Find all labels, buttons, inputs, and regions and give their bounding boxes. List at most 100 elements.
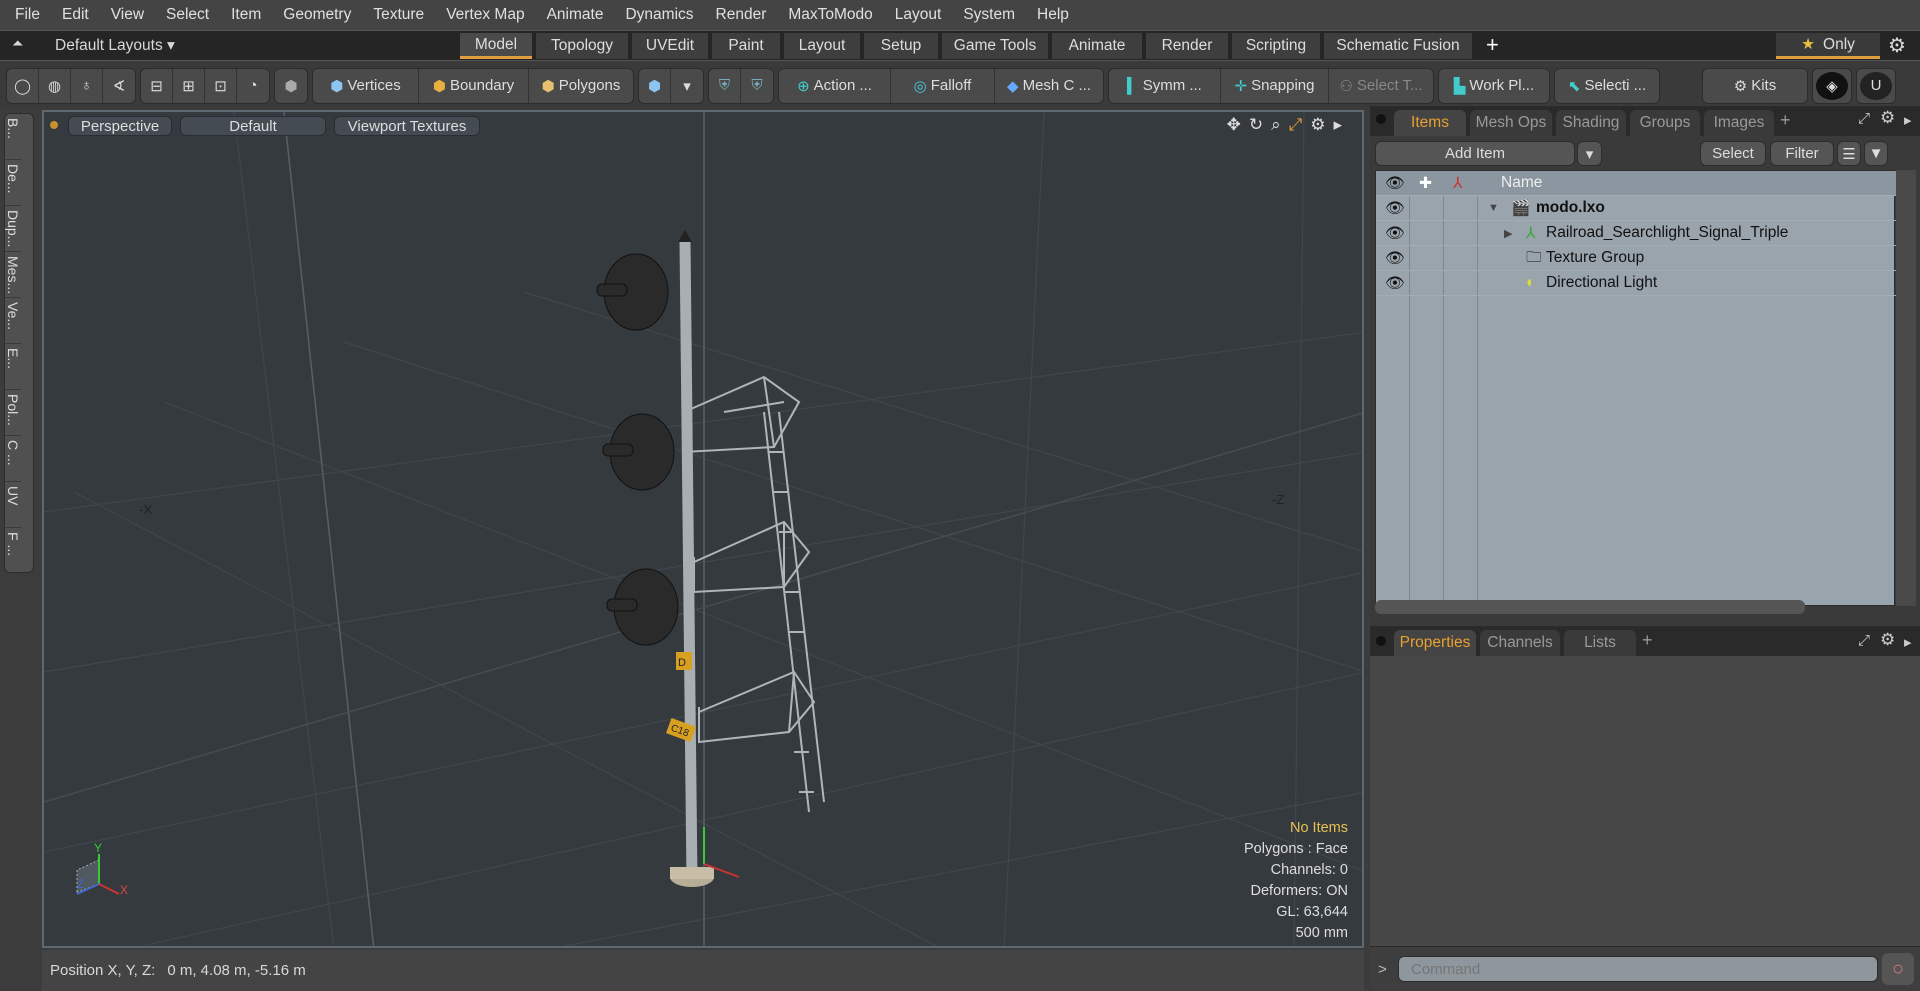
menu-layout[interactable]: Layout — [884, 6, 953, 24]
left-tab[interactable]: F ... — [5, 528, 21, 574]
left-tab[interactable]: E... — [5, 344, 21, 390]
expand-triangle-icon[interactable]: ▶ — [1504, 227, 1512, 240]
visibility-eye-icon[interactable]: 👁 — [1385, 224, 1405, 243]
circle-select-icon[interactable]: ◯ — [7, 69, 39, 103]
symmetry-button[interactable]: ▍Symm ... — [1109, 69, 1221, 103]
mesh-constraint-button[interactable]: ◆Mesh C ... — [995, 69, 1103, 103]
menu-geometry[interactable]: Geometry — [272, 6, 362, 24]
tab-lists[interactable]: Lists — [1564, 630, 1636, 656]
unreal-icon[interactable]: U — [1860, 72, 1892, 100]
left-tab[interactable]: De... — [5, 160, 21, 206]
stack-icon[interactable]: ⊟ — [141, 69, 173, 103]
selection-sets-button[interactable]: ⬉Selecti ... — [1555, 69, 1659, 103]
menu-edit[interactable]: Edit — [51, 6, 100, 24]
list-item[interactable]: 👁 ◐ Directional Light — [1376, 271, 1896, 296]
menu-item[interactable]: Item — [220, 6, 272, 24]
rotate-view-icon[interactable]: ↻ — [1249, 115, 1263, 135]
tab-topology[interactable]: Topology — [536, 33, 628, 59]
pen-icon[interactable]: ♁ — [71, 69, 103, 103]
tab-setup[interactable]: Setup — [864, 33, 938, 59]
left-tab[interactable]: Dup... — [5, 206, 21, 252]
list-vertical-scrollbar[interactable] — [1896, 170, 1916, 606]
material-mode-icon[interactable]: ⬢ — [639, 69, 671, 103]
frame-icon[interactable]: ⊡ — [205, 69, 237, 103]
left-tab[interactable]: Mes... — [5, 252, 21, 298]
add-item-button[interactable]: Add Item — [1375, 141, 1575, 166]
collapse-arrow-icon[interactable]: ⏶ — [12, 35, 23, 52]
axes-header-icon[interactable]: ⅄ — [1453, 174, 1462, 193]
zoom-view-icon[interactable]: ⌕ — [1271, 115, 1281, 135]
tab-images[interactable]: Images — [1704, 110, 1774, 136]
tab-animate[interactable]: Animate — [1052, 33, 1142, 59]
add-panel-tab-button[interactable]: + — [1642, 630, 1653, 651]
menu-render[interactable]: Render — [705, 6, 778, 24]
left-tab[interactable]: B... — [5, 114, 21, 160]
maximize-icon[interactable]: ⤢ — [1289, 115, 1303, 135]
menu-view[interactable]: View — [100, 6, 155, 24]
collapse-triangle-icon[interactable]: ▼ — [1488, 202, 1499, 214]
visibility-eye-icon[interactable]: 👁 — [1385, 274, 1405, 293]
panel-arrow-icon[interactable]: ▸ — [1904, 111, 1912, 129]
menu-file[interactable]: File — [4, 6, 51, 24]
boundary-button[interactable]: ⬢Boundary — [419, 69, 529, 103]
menu-texture[interactable]: Texture — [362, 6, 435, 24]
tab-mesh-ops[interactable]: Mesh Ops — [1470, 110, 1552, 136]
workplane-button[interactable]: ▙Work Pl... — [1439, 69, 1549, 103]
pivot-shield-icon[interactable]: ⛨ — [741, 69, 773, 103]
left-tab[interactable]: Pol... — [5, 390, 21, 436]
vertices-button[interactable]: ⬢Vertices — [313, 69, 419, 103]
tab-shading[interactable]: Shading — [1556, 110, 1626, 136]
layout-preset-dropdown[interactable]: Default Layouts ▾ — [55, 36, 175, 55]
eye-header-icon[interactable]: 👁 — [1385, 174, 1405, 193]
symmetry-shield-icon[interactable]: ⛨ — [709, 69, 741, 103]
lasso-icon[interactable]: ∢ — [103, 69, 135, 103]
add-item-dropdown-icon[interactable]: ▾ — [1577, 141, 1602, 166]
viewport-textures-button[interactable]: Viewport Textures — [334, 116, 480, 136]
tab-scripting[interactable]: Scripting — [1232, 33, 1320, 59]
mode-dropdown-icon[interactable]: ▾ — [671, 69, 703, 103]
clock-icon[interactable]: ◔ — [237, 69, 269, 103]
tab-items[interactable]: Items — [1394, 110, 1466, 136]
polygons-button[interactable]: ⬢Polygons — [529, 69, 633, 103]
tab-groups[interactable]: Groups — [1630, 110, 1700, 136]
menu-maxtomodo[interactable]: MaxToModo — [777, 6, 883, 24]
unity-icon[interactable]: ◈ — [1816, 72, 1848, 100]
add-tab-button[interactable]: + — [1486, 32, 1499, 58]
tab-render[interactable]: Render — [1146, 33, 1228, 59]
expand-icon[interactable]: ⤢ — [1858, 110, 1870, 127]
list-item[interactable]: 👁 ▶ ⅄ Railroad_Searchlight_Signal_Triple — [1376, 221, 1896, 246]
snapping-button[interactable]: ✛Snapping — [1221, 69, 1329, 103]
expand-icon[interactable]: ⤢ — [1858, 632, 1870, 649]
3d-viewport[interactable]: D C18 -X -Z Y X Z Perspective Default Vi… — [42, 110, 1364, 948]
left-tab[interactable]: UV — [5, 482, 21, 528]
visibility-eye-icon[interactable]: 👁 — [1385, 249, 1405, 268]
name-header[interactable]: Name — [1501, 174, 1542, 192]
command-input[interactable] — [1398, 956, 1878, 982]
list-item[interactable]: 👁 ▼ 🎬 modo.lxo — [1376, 196, 1896, 221]
menu-system[interactable]: System — [952, 6, 1026, 24]
funnel-icon[interactable]: ▼ — [1864, 141, 1888, 166]
view-type-button[interactable]: Perspective — [68, 116, 172, 136]
tab-properties[interactable]: Properties — [1394, 630, 1476, 656]
panel-gear-icon[interactable]: ⚙ — [1880, 630, 1895, 650]
menu-help[interactable]: Help — [1026, 6, 1080, 24]
select-through-button[interactable]: ⚇Select T... — [1329, 69, 1433, 103]
tab-channels[interactable]: Channels — [1480, 630, 1560, 656]
visibility-eye-icon[interactable]: 👁 — [1385, 199, 1405, 218]
tab-layout[interactable]: Layout — [784, 33, 860, 59]
left-tab[interactable]: C ... — [5, 436, 21, 482]
action-center-button[interactable]: ⊕Action... — [779, 69, 891, 103]
list-horizontal-scrollbar[interactable] — [1375, 600, 1805, 614]
list-item[interactable]: 👁 🗀 Texture Group — [1376, 246, 1896, 271]
tab-uvedit[interactable]: UVEdit — [632, 33, 708, 59]
viewport-indicator-icon[interactable] — [50, 121, 58, 129]
kits-button[interactable]: ⚙Kits — [1703, 69, 1807, 103]
globe-icon[interactable]: ◍ — [39, 69, 71, 103]
menu-dynamics[interactable]: Dynamics — [614, 6, 704, 24]
tab-game-tools[interactable]: Game Tools — [942, 33, 1048, 59]
panel-dot-icon[interactable] — [1376, 636, 1386, 646]
item-mode-icon[interactable]: ⬢ — [275, 69, 307, 103]
shading-button[interactable]: Default — [180, 116, 326, 136]
lock-header-icon[interactable]: ✚ — [1419, 174, 1432, 193]
cross-icon[interactable]: ⊞ — [173, 69, 205, 103]
